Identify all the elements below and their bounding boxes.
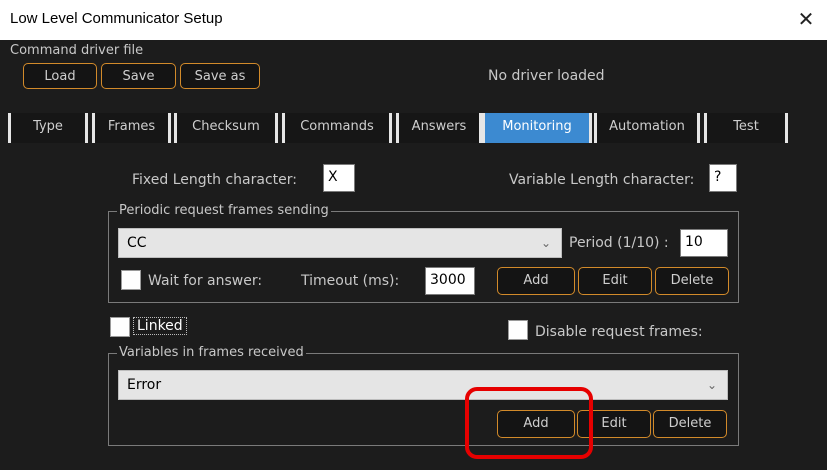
dialog-body: Command driver file Load Save Save as No… — [0, 40, 827, 470]
variables-select[interactable]: Error ⌄ — [118, 370, 728, 400]
periodic-frame-value: CC — [127, 235, 147, 251]
wait-for-answer-label: Wait for answer: — [148, 273, 263, 289]
monitoring-panel: Fixed Length character: X Variable Lengt… — [0, 103, 827, 470]
driver-section-label: Command driver file — [10, 43, 144, 58]
timeout-label: Timeout (ms): — [301, 273, 400, 289]
app-window: Low Level Communicator Setup ✕ Command d… — [0, 0, 827, 470]
save-as-button[interactable]: Save as — [180, 63, 260, 89]
variables-add-button[interactable]: Add — [497, 410, 575, 438]
variables-value: Error — [127, 377, 162, 393]
periodic-group-label: Periodic request frames sending — [117, 203, 331, 218]
wait-for-answer-checkbox[interactable] — [121, 270, 141, 290]
linked-label: Linked — [133, 317, 187, 335]
fixed-length-input[interactable]: X — [323, 164, 355, 192]
variables-group-label: Variables in frames received — [117, 345, 306, 360]
disable-request-frames-label: Disable request frames: — [535, 324, 703, 340]
fixed-length-label: Fixed Length character: — [132, 172, 297, 188]
close-icon[interactable]: ✕ — [793, 6, 819, 32]
variables-edit-button[interactable]: Edit — [577, 410, 651, 438]
periodic-delete-button[interactable]: Delete — [655, 267, 729, 295]
timeout-input[interactable]: 3000 — [425, 267, 475, 295]
periodic-add-button[interactable]: Add — [497, 267, 575, 295]
save-button[interactable]: Save — [101, 63, 176, 89]
driver-status: No driver loaded — [488, 68, 605, 84]
periodic-frame-select[interactable]: CC ⌄ — [118, 228, 562, 258]
periodic-edit-button[interactable]: Edit — [578, 267, 652, 295]
disable-request-frames-checkbox[interactable] — [508, 320, 528, 340]
chevron-down-icon: ⌄ — [540, 236, 551, 250]
variables-delete-button[interactable]: Delete — [653, 410, 727, 438]
title-bar: Low Level Communicator Setup ✕ — [0, 0, 827, 41]
chevron-down-icon: ⌄ — [706, 378, 717, 392]
period-input[interactable]: 10 — [680, 229, 728, 257]
variable-length-input[interactable]: ? — [709, 164, 737, 192]
variable-length-label: Variable Length character: — [509, 172, 695, 188]
linked-checkbox[interactable] — [110, 317, 130, 337]
load-button[interactable]: Load — [23, 63, 97, 89]
window-title: Low Level Communicator Setup — [10, 10, 223, 27]
period-label: Period (1/10) : — [569, 235, 669, 251]
